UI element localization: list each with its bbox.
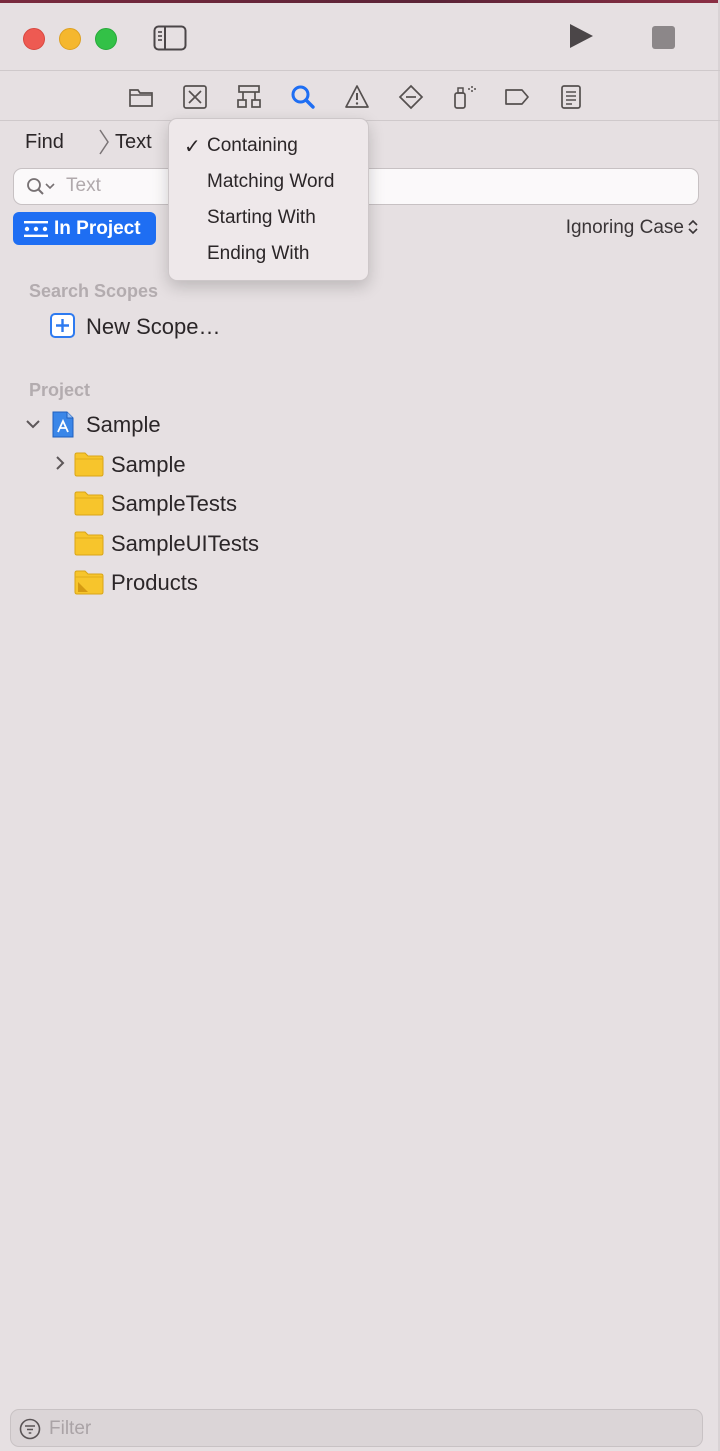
filter-field[interactable] [10, 1409, 703, 1447]
chevron-right-icon[interactable] [52, 455, 68, 471]
project-heading: Project [29, 380, 91, 400]
updown-chevron-icon [688, 219, 698, 235]
project-navigator-folder-icon[interactable] [128, 84, 154, 110]
debug-spray-icon[interactable] [452, 84, 478, 110]
folder-icon [74, 452, 104, 477]
breakpoint-tag-icon[interactable] [504, 84, 530, 110]
search-scopes-heading: Search Scopes [29, 281, 159, 301]
sidebar-toggle-icon[interactable] [153, 25, 187, 51]
menu-item-matching-word[interactable]: Matching Word [169, 165, 368, 199]
folder-item-sampleuitests[interactable]: SampleUITests [111, 531, 259, 557]
find-navigator-search-icon[interactable] [290, 84, 316, 110]
minimize-window-button[interactable] [59, 28, 81, 50]
match-style-menu: ✓ Containing Matching Word Starting With… [168, 118, 369, 281]
in-project-scope-button[interactable]: In Project [13, 212, 156, 245]
folder-item-sample[interactable]: Sample [111, 452, 186, 478]
new-scope-plus-icon[interactable] [50, 313, 75, 338]
play-icon [570, 24, 593, 48]
project-root-item[interactable]: Sample [86, 412, 161, 438]
find-mode-label[interactable]: Find [25, 131, 64, 154]
toolbar-divider [0, 70, 720, 71]
stop-button[interactable] [652, 26, 675, 49]
find-type-label[interactable]: Text [115, 131, 152, 154]
case-sensitivity-label: Ignoring Case [565, 217, 684, 238]
breadcrumb-chevron-icon [99, 129, 109, 155]
filter-icon [19, 1418, 41, 1440]
run-button[interactable] [566, 21, 596, 51]
xcode-project-icon [52, 411, 74, 438]
menu-item-starting-with[interactable]: Starting With [169, 201, 368, 235]
folder-item-products[interactable]: Products [111, 570, 198, 596]
checkmark-icon: ✓ [184, 136, 201, 158]
test-diamond-icon[interactable] [398, 84, 424, 110]
close-window-button[interactable] [23, 28, 45, 50]
in-project-label: In Project [54, 218, 141, 239]
case-sensitivity-popup[interactable]: Ignoring Case [566, 217, 698, 239]
menu-item-ending-with[interactable]: Ending With [169, 237, 368, 271]
source-control-icon[interactable] [182, 84, 208, 110]
folder-icon [74, 491, 104, 516]
chevron-down-icon[interactable] [25, 416, 41, 432]
issue-warning-icon[interactable] [344, 84, 370, 110]
menu-item-label: Containing [207, 135, 298, 156]
folder-item-sampletests[interactable]: SampleTests [111, 491, 237, 517]
filter-input[interactable] [49, 1418, 649, 1440]
symbol-hierarchy-icon[interactable] [236, 84, 262, 110]
menu-item-label: Ending With [207, 243, 310, 264]
report-list-icon[interactable] [558, 84, 584, 110]
products-folder-icon [74, 570, 104, 595]
navigator-bar [0, 72, 720, 120]
menu-item-containing[interactable]: ✓ Containing [169, 129, 368, 163]
search-options-icon[interactable] [26, 177, 56, 197]
new-scope-item[interactable]: New Scope… [86, 314, 221, 340]
title-bar [0, 3, 720, 71]
folder-icon [74, 531, 104, 556]
scope-dots-icon [24, 221, 48, 237]
zoom-window-button[interactable] [95, 28, 117, 50]
menu-item-label: Starting With [207, 207, 316, 228]
menu-item-label: Matching Word [207, 171, 335, 192]
